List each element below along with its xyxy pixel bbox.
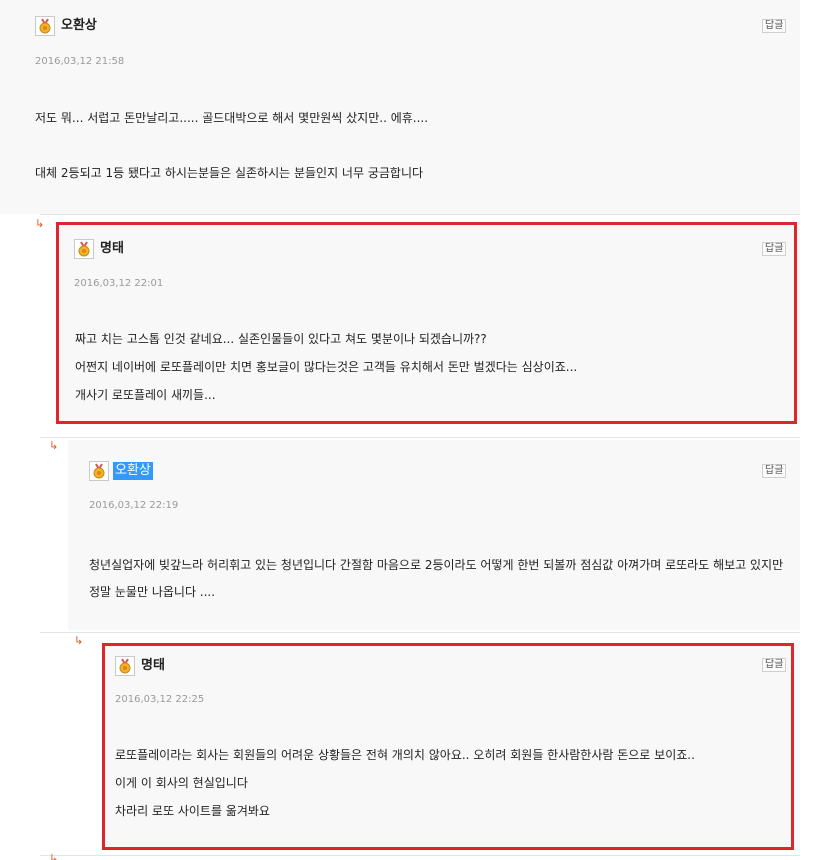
separator [40, 855, 800, 856]
comment-date: 2016,03,12 21:58 [35, 56, 125, 67]
comment-text-line: 차라리 로또 사이트를 옮겨봐요 [115, 804, 270, 818]
reply-button[interactable]: 답글 [762, 464, 787, 478]
medal-icon [89, 461, 109, 481]
separator [40, 632, 800, 633]
medal-icon [74, 239, 94, 259]
medal-icon [35, 16, 55, 36]
comment-text-line: 청년실업자에 빚갚느라 허리휘고 있는 청년입니다 간절함 마음으로 2등이라도… [89, 558, 784, 599]
comment-date: 2016,03,12 22:19 [89, 500, 179, 511]
comment-author[interactable]: 명태 [141, 657, 165, 675]
separator [40, 214, 800, 215]
separator [40, 437, 800, 438]
medal-icon [115, 656, 135, 676]
comment-text-line: 이게 이 회사의 현실입니다 [115, 776, 248, 790]
comment-text-line: 로또플레이라는 회사는 회원들의 어려운 상황들은 전혀 개의치 않아요.. 오… [115, 748, 695, 762]
reply-button[interactable]: 답글 [762, 242, 787, 256]
comment-text-line: 저도 뭐... 서럽고 돈만날리고..... 골드대박으로 해서 몇만원씩 샀지… [35, 111, 429, 125]
comment-date: 2016,03,12 22:01 [74, 278, 164, 289]
comment-text-line: 짜고 치는 고스톱 인것 같네요... 실존인물들이 있다고 쳐도 몇분이나 되… [75, 332, 487, 346]
reply-arrow-icon: ↳ [49, 439, 59, 452]
reply-button[interactable]: 답글 [762, 19, 787, 33]
reply-arrow-icon: ↳ [35, 217, 45, 230]
comment-text-line: 어쩐지 네이버에 로또플레이만 치면 홍보글이 많다는것은 고객들 유치해서 돈… [75, 360, 578, 374]
comment-author[interactable]: 오환상 [61, 17, 97, 35]
comment-text-line: 대체 2등되고 1등 됐다고 하시는분들은 실존하시는 분들인지 너무 궁금합니… [35, 166, 424, 180]
comment-date: 2016,03,12 22:25 [115, 694, 205, 705]
comment-author[interactable]: 오환상 [113, 462, 153, 480]
comment-text-line: 개사기 로또플레이 새끼들... [75, 388, 216, 402]
reply-arrow-icon: ↳ [49, 853, 59, 860]
reply-button[interactable]: 답글 [762, 658, 787, 672]
comment-author[interactable]: 명태 [100, 240, 124, 258]
reply-arrow-icon: ↳ [74, 634, 84, 647]
